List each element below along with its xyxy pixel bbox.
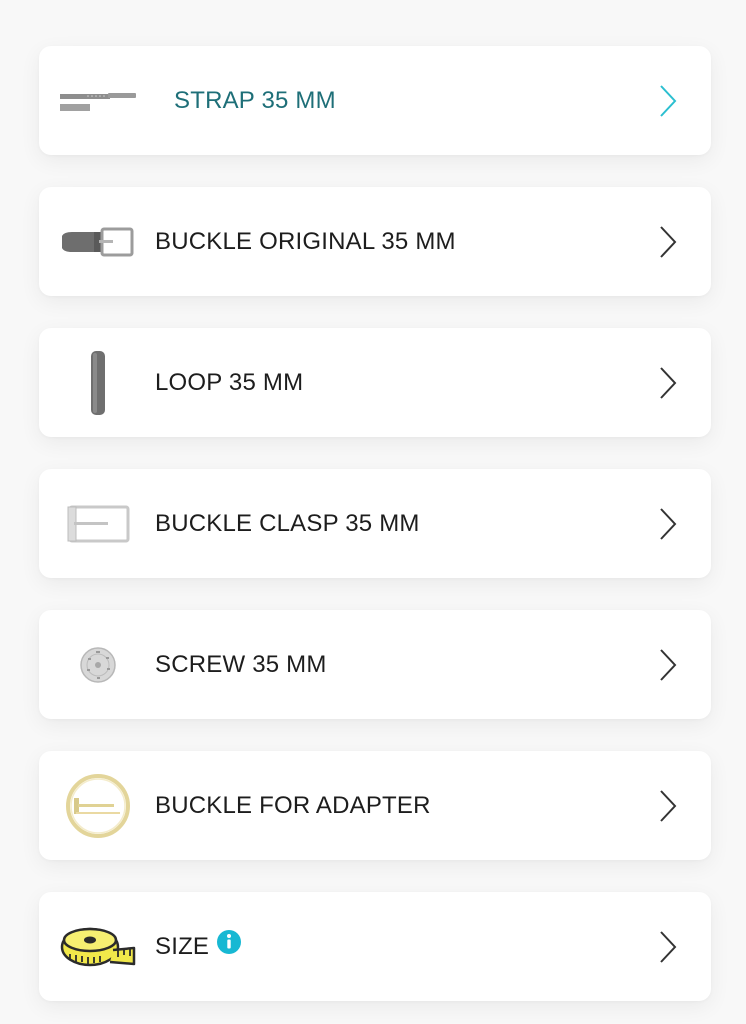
item-label: SCREW 35 MM bbox=[155, 650, 327, 678]
parts-list: STRAP 35 MM BUCKLE ORIGINAL 35 MM LOOP 3… bbox=[0, 0, 746, 1024]
screw-thumbnail bbox=[57, 625, 139, 705]
chevron-right-icon bbox=[660, 507, 677, 540]
item-label-wrap: SIZE bbox=[155, 929, 242, 961]
buckle-clasp-thumbnail bbox=[57, 484, 139, 564]
item-label: SIZE bbox=[155, 932, 210, 960]
buckle-original-thumbnail bbox=[57, 202, 139, 282]
list-item-strap[interactable]: STRAP 35 MM bbox=[39, 46, 711, 155]
strap-thumbnail bbox=[57, 61, 139, 141]
tape-measure-icon bbox=[57, 907, 139, 987]
chevron-right-icon bbox=[660, 84, 677, 117]
item-label: STRAP 35 MM bbox=[174, 86, 336, 114]
item-label: BUCKLE ORIGINAL 35 MM bbox=[155, 227, 456, 255]
chevron-right-icon bbox=[660, 648, 677, 681]
list-item-screw[interactable]: SCREW 35 MM bbox=[39, 610, 711, 719]
item-label: BUCKLE FOR ADAPTER bbox=[155, 791, 431, 819]
chevron-right-icon bbox=[660, 930, 677, 963]
chevron-right-icon bbox=[660, 789, 677, 822]
list-item-buckle-original[interactable]: BUCKLE ORIGINAL 35 MM bbox=[39, 187, 711, 296]
list-item-size[interactable]: SIZE bbox=[39, 892, 711, 1001]
info-icon[interactable] bbox=[217, 929, 242, 954]
list-item-buckle-clasp[interactable]: BUCKLE CLASP 35 MM bbox=[39, 469, 711, 578]
chevron-right-icon bbox=[660, 225, 677, 258]
item-label: LOOP 35 MM bbox=[155, 368, 304, 396]
chevron-right-icon bbox=[660, 366, 677, 399]
list-item-loop[interactable]: LOOP 35 MM bbox=[39, 328, 711, 437]
list-item-buckle-adapter[interactable]: BUCKLE FOR ADAPTER bbox=[39, 751, 711, 860]
buckle-adapter-thumbnail bbox=[57, 766, 139, 846]
item-label: BUCKLE CLASP 35 MM bbox=[155, 509, 420, 537]
loop-thumbnail bbox=[57, 343, 139, 423]
